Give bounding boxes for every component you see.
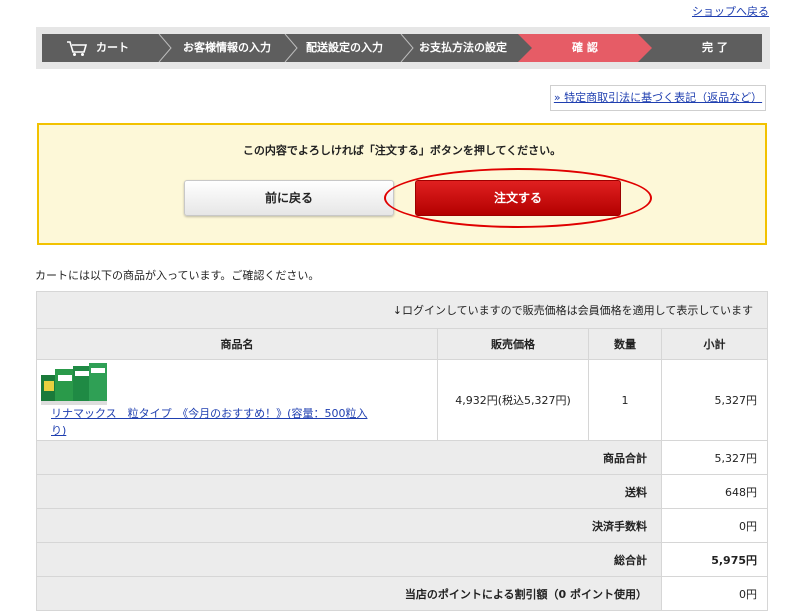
summary-row: 送料 648円 — [36, 474, 768, 509]
summary-value-grand-total: 5,975円 — [661, 542, 768, 577]
commercial-law-link[interactable]: » 特定商取引法に基づく表記（返品など） — [550, 85, 766, 111]
summary-label-shipping: 送料 — [36, 474, 662, 509]
step-confirm: 確 認 — [572, 41, 598, 54]
cart-note: カートには以下の商品が入っています。ご確認ください。 — [35, 269, 320, 282]
table-row: リナマックス 粒タイプ 《今月のおすすめ！》(容量：500粒入り) 4,932円… — [36, 359, 768, 441]
member-price-notice: ↓ログインしていますので販売価格は会員価格を適用して表示しています — [36, 291, 768, 329]
product-qty: 1 — [588, 359, 662, 441]
summary-value-point-discount: 0円 — [661, 576, 768, 611]
back-button[interactable]: 前に戻る — [184, 180, 394, 216]
column-header-subtotal: 小計 — [661, 328, 768, 360]
product-subtotal: 5,327円 — [661, 359, 768, 441]
product-price: 4,932円(税込5,327円) — [437, 359, 589, 441]
step-separator-icon — [400, 34, 414, 62]
confirm-panel: この内容でよろしければ「注文する」ボタンを押してください。 前に戻る 注文する — [37, 123, 767, 245]
summary-value-payment-fee: 0円 — [661, 508, 768, 543]
step-separator-icon — [158, 34, 172, 62]
step-cart: カート — [96, 41, 129, 54]
product-name-link[interactable]: リナマックス 粒タイプ 《今月のおすすめ！》(容量：500粒入り) — [51, 405, 371, 439]
summary-label-point-discount: 当店のポイントによる割引額（0 ポイント使用） — [36, 576, 662, 611]
summary-label-payment-fee: 決済手数料 — [36, 508, 662, 543]
confirm-message: この内容でよろしければ「注文する」ボタンを押してください。 — [242, 144, 562, 157]
summary-label-grand-total: 総合計 — [36, 542, 662, 577]
summary-value-items-total: 5,327円 — [661, 440, 768, 475]
summary-value-shipping: 648円 — [661, 474, 768, 509]
step-customer-info: お客様情報の入力 — [183, 41, 271, 54]
checkout-steps: カート お客様情報の入力 配送設定の入力 お支払方法の設定 確 認 完 了 — [36, 27, 770, 69]
order-button[interactable]: 注文する — [415, 180, 621, 216]
step-delivery: 配送設定の入力 — [306, 41, 383, 54]
shop-back-link[interactable]: ショップへ戻る — [692, 3, 769, 19]
step-complete: 完 了 — [702, 41, 728, 54]
column-header-price: 販売価格 — [437, 328, 589, 360]
summary-row: 商品合計 5,327円 — [36, 440, 768, 475]
product-image — [41, 363, 107, 405]
cart-icon — [67, 41, 88, 56]
order-items-table: ↓ログインしていますので販売価格は会員価格を適用して表示しています 商品名 販売… — [36, 291, 768, 611]
summary-label-items-total: 商品合計 — [36, 440, 662, 475]
column-header-name: 商品名 — [36, 328, 438, 360]
column-header-qty: 数量 — [588, 328, 662, 360]
step-separator-icon — [284, 34, 298, 62]
summary-row: 決済手数料 0円 — [36, 508, 768, 543]
summary-row: 総合計 5,975円 — [36, 542, 768, 577]
summary-row: 当店のポイントによる割引額（0 ポイント使用） 0円 — [36, 576, 768, 611]
step-payment: お支払方法の設定 — [419, 41, 507, 54]
